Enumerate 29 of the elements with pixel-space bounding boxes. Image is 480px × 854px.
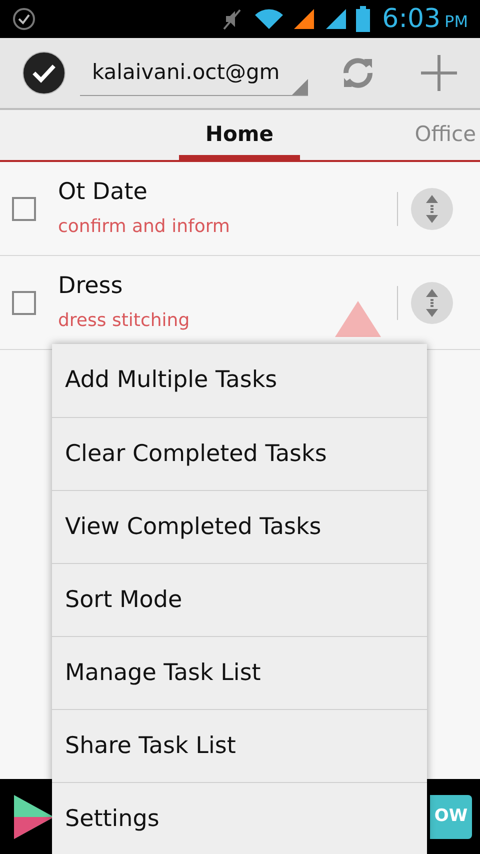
- tab[interactable]: Home: [179, 110, 300, 160]
- battery-icon: [356, 6, 370, 32]
- menu-item[interactable]: Manage Task List: [52, 636, 427, 709]
- check-icon: [12, 7, 36, 31]
- wifi-icon: [254, 7, 284, 31]
- drag-handle-icon[interactable]: [410, 280, 454, 324]
- menu-item[interactable]: Clear Completed Tasks: [52, 417, 427, 490]
- task-title: Ot Date: [58, 181, 148, 204]
- task-checkbox[interactable]: [12, 290, 36, 314]
- task-checkbox[interactable]: [12, 196, 36, 220]
- task-note: confirm and inform: [58, 218, 231, 236]
- task-note: dress stitching: [58, 312, 191, 330]
- signal-icon: [324, 7, 348, 31]
- caret-icon: [292, 79, 308, 95]
- drag-handle-icon[interactable]: [410, 186, 454, 230]
- menu-item[interactable]: View Completed Tasks: [52, 490, 427, 563]
- menu-item[interactable]: Sort Mode: [52, 563, 427, 636]
- signal-icon: [292, 7, 316, 31]
- mute-icon: [222, 7, 242, 31]
- menu-item[interactable]: Settings: [52, 782, 427, 854]
- add-icon[interactable]: [420, 54, 458, 92]
- menu-item[interactable]: Add Multiple Tasks: [52, 344, 427, 417]
- task-title: Dress: [58, 275, 124, 298]
- clock-period: PM: [444, 14, 468, 30]
- account-dropdown[interactable]: kalaivani.oct@gm: [80, 50, 308, 96]
- app-logo-icon[interactable]: [22, 51, 66, 95]
- warning-icon: [335, 300, 381, 336]
- clock: 6:03: [382, 6, 441, 32]
- menu-item[interactable]: Share Task List: [52, 709, 427, 782]
